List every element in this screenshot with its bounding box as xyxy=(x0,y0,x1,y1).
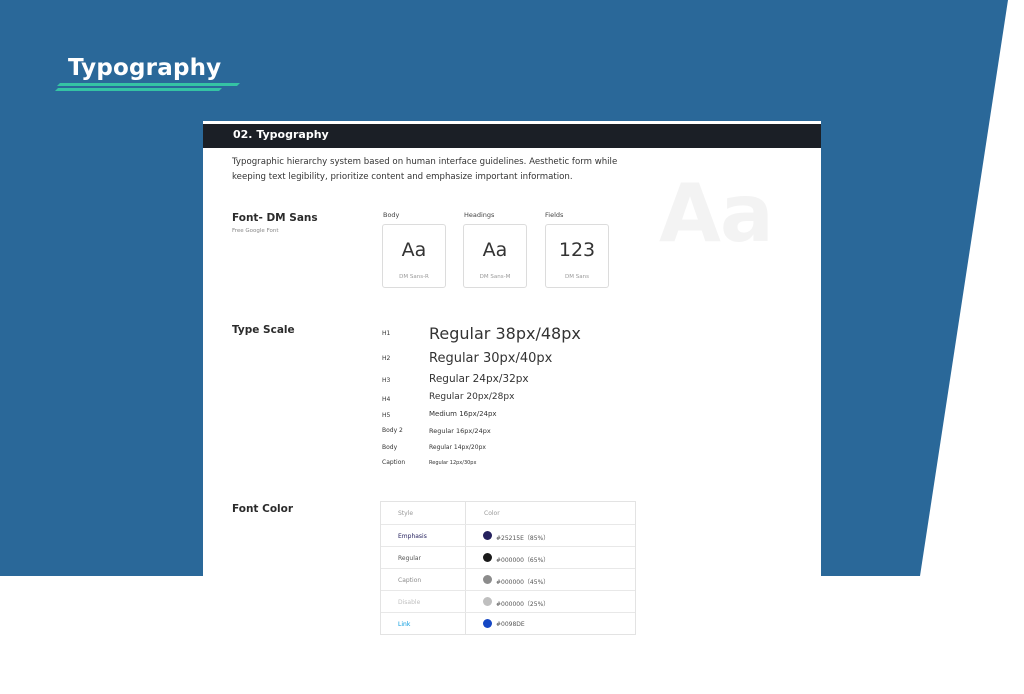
scale-sample: Regular 12px/30px xyxy=(429,460,477,466)
scale-sample: Regular 24px/32px xyxy=(429,373,529,385)
scale-sample: Regular 16px/24px xyxy=(429,427,491,435)
font-color-title: Font Color xyxy=(232,503,294,515)
scale-sample: Regular 38px/48px xyxy=(429,324,581,343)
scale-sample: Regular 20px/28px xyxy=(429,392,515,402)
type-scale-title: Type Scale xyxy=(232,324,295,336)
scale-label: H2 xyxy=(382,355,391,362)
table-header-color: Color xyxy=(484,510,500,517)
font-sample-name: DM Sans-M xyxy=(479,274,511,280)
color-value: #000000（45%） xyxy=(496,579,550,586)
scale-sample: Regular 30px/40px xyxy=(429,351,553,366)
hero-title: Typography xyxy=(68,55,222,81)
color-value: #0098DE xyxy=(496,621,525,628)
font-column-label: Fields xyxy=(545,211,564,219)
color-style-name: Caption xyxy=(398,577,422,584)
intro-text: Typographic hierarchy system based on hu… xyxy=(232,157,618,182)
font-sample-name: DM Sans xyxy=(565,274,589,280)
color-value: #000000（65%） xyxy=(496,557,550,564)
scale-label: Body xyxy=(382,444,398,451)
table-row: Link #0098DE xyxy=(381,612,635,635)
scale-sample: Medium 16px/24px xyxy=(429,410,497,418)
table-row: Emphasis #25215E（85%） xyxy=(381,524,635,547)
color-style-name: Emphasis xyxy=(398,533,427,540)
table-header-row: Style Color xyxy=(381,502,635,524)
color-swatch xyxy=(483,575,492,584)
color-swatch xyxy=(483,531,492,540)
table-header-style: Style xyxy=(398,510,414,517)
scale-label: Body 2 xyxy=(382,427,403,434)
font-sample-card: Aa DM Sans-R xyxy=(382,224,446,288)
scale-label: H4 xyxy=(382,396,391,403)
font-column-label: Body xyxy=(383,211,400,219)
scale-label: H5 xyxy=(382,412,391,419)
font-section-subtitle: Free Google Font xyxy=(232,228,279,234)
table-row: Caption #000000（45%） xyxy=(381,568,635,591)
section-title: 02. Typography xyxy=(233,128,329,141)
scale-label: Caption xyxy=(382,459,406,466)
font-sample-name: DM Sans-R xyxy=(399,274,429,280)
typography-card: 02. Typography Typographic hierarchy sys… xyxy=(203,121,821,694)
font-color-table: Style Color Emphasis #25215E（85%） Regula… xyxy=(380,501,636,635)
color-value: #25215E（85%） xyxy=(496,535,550,542)
scale-label: H1 xyxy=(382,330,391,337)
font-column-label: Headings xyxy=(464,211,495,219)
font-section-title: Font- DM Sans xyxy=(232,212,318,224)
scale-label: H3 xyxy=(382,377,391,384)
font-sample-glyph: Aa xyxy=(482,239,508,261)
color-swatch xyxy=(483,553,492,562)
color-value: #000000（25%） xyxy=(496,601,550,608)
color-style-name: Disable xyxy=(398,599,421,606)
font-sample-card: 123 DM Sans xyxy=(545,224,609,288)
color-swatch xyxy=(483,597,492,606)
card-header: 02. Typography xyxy=(203,124,821,148)
color-swatch xyxy=(483,619,492,628)
color-style-name: Regular xyxy=(398,555,422,562)
font-sample-glyph: 123 xyxy=(558,239,596,261)
font-sample-card: Aa DM Sans-M xyxy=(463,224,527,288)
scale-sample: Regular 14px/20px xyxy=(429,444,486,451)
link-style-name[interactable]: Link xyxy=(398,621,410,628)
font-sample-glyph: Aa xyxy=(401,239,427,261)
title-underline-stripes xyxy=(55,83,240,91)
table-row: Disable #000000（25%） xyxy=(381,590,635,613)
table-row: Regular #000000（65%） xyxy=(381,546,635,569)
watermark-aa: Aa xyxy=(659,167,774,260)
